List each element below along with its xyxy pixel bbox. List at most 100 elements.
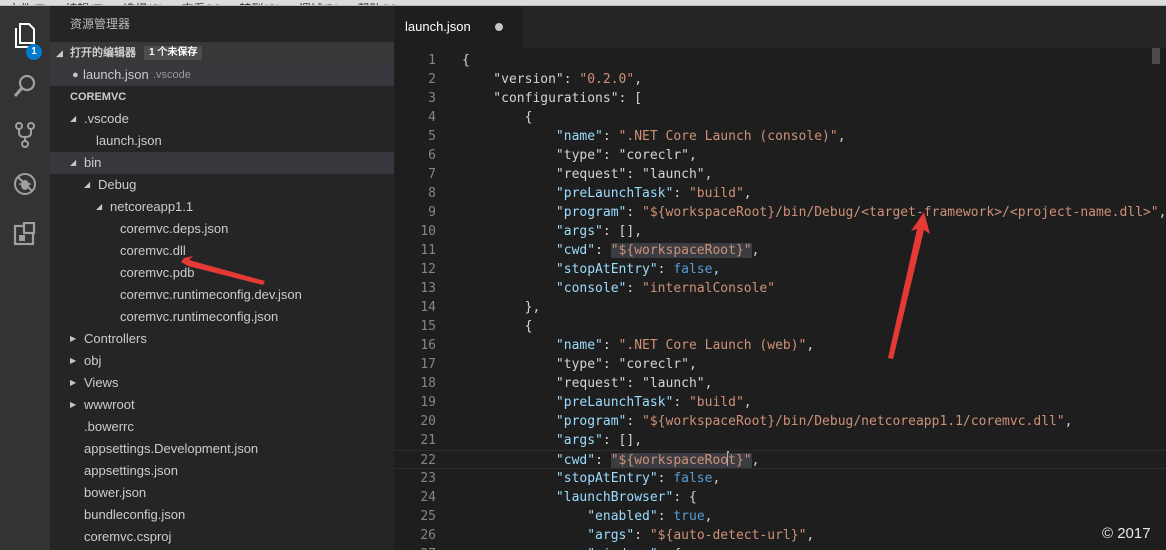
tree-item[interactable]: ▶ wwwroot (50, 394, 394, 416)
code-token: , (743, 395, 752, 410)
line-content: "request": "launch", (462, 165, 713, 184)
tree-item[interactable]: launch.json (50, 130, 394, 152)
chevron-right-icon: ▶ (70, 356, 77, 365)
unsaved-dot-icon[interactable] (495, 23, 503, 31)
line-content: "configurations": [ (462, 89, 642, 108)
tree-item[interactable]: ◢ .vscode (50, 108, 394, 130)
code-line: 12 "stopAtEntry": false, (394, 260, 1166, 279)
code-token: }, (462, 300, 541, 315)
code-line: 8 "preLaunchTask": "build", (394, 184, 1166, 203)
line-number: 10 (420, 224, 436, 239)
code-token: "name" (555, 338, 603, 353)
search-icon[interactable] (0, 64, 50, 108)
scrollbar-thumb[interactable] (1152, 48, 1160, 64)
chevron-right-icon: ▶ (70, 400, 77, 409)
tree-item-label: bower.json (84, 485, 147, 500)
code-token: , (1158, 205, 1166, 220)
line-content: }, (462, 298, 541, 317)
code-token: : (595, 453, 611, 468)
code-token: t}" (728, 453, 752, 468)
code-line: 27 "windows": { (394, 545, 1166, 550)
debug-icon[interactable] (0, 162, 50, 206)
code-token: "args" (555, 433, 603, 448)
tree-item[interactable]: coremvc.runtimeconfig.dev.json (50, 284, 394, 306)
chevron-down-icon: ◢ (70, 158, 77, 167)
tree-item[interactable]: coremvc.runtimeconfig.json (50, 306, 394, 328)
code-token: , (751, 453, 760, 468)
line-number: 14 (420, 300, 436, 315)
open-editors-header[interactable]: ◢ 打开的编辑器 1 个未保存 (50, 42, 394, 64)
code-token: ".NET Core Launch (web)" (618, 338, 807, 353)
tree-item[interactable]: coremvc.pdb (50, 262, 394, 284)
code-token: "program" (555, 414, 627, 429)
tree-item[interactable]: ▶ Controllers (50, 328, 394, 350)
tree-item[interactable]: .bowerrc (50, 416, 394, 438)
chevron-right-icon: ▶ (70, 378, 77, 387)
tree-item[interactable]: ◢ netcoreapp1.1 (50, 196, 394, 218)
code-token: : (673, 395, 689, 410)
line-number: 9 (428, 205, 436, 220)
tree-item[interactable]: bundleconfig.json (50, 504, 394, 526)
dirty-dot-icon: ● (72, 69, 79, 81)
code-token: "request": "launch", (462, 167, 713, 182)
source-control-icon[interactable] (0, 113, 50, 157)
tree-item[interactable]: coremvc.csproj (50, 526, 394, 548)
code-token: "${auto-detect-url}" (649, 528, 807, 543)
code-line: 2 "version": "0.2.0", (394, 70, 1166, 89)
code-line: 10 "args": [], (394, 222, 1166, 241)
line-number: 3 (428, 91, 436, 106)
code-token: , (806, 528, 815, 543)
tree-item[interactable]: ◢ bin (50, 152, 394, 174)
tree-item[interactable]: coremvc.deps.json (50, 218, 394, 240)
tree-item[interactable]: appsettings.Development.json (50, 438, 394, 460)
line-content: "windows": { (462, 545, 681, 550)
line-content: "enabled": true, (462, 507, 712, 526)
line-content: "args": [], (462, 431, 642, 450)
code-token: "version": (462, 72, 580, 87)
line-number: 1 (428, 53, 436, 68)
tree-item[interactable]: appsettings.json (50, 460, 394, 482)
code-line: 24 "launchBrowser": { (394, 488, 1166, 507)
tree-item[interactable]: ▶ obj (50, 350, 394, 372)
tree-item[interactable]: ▶ Views (50, 372, 394, 394)
code-token: "stopAtEntry" (555, 262, 658, 277)
line-content: "type": "coreclr", (462, 355, 697, 374)
code-token: true (673, 509, 705, 524)
code-token: , (751, 243, 760, 258)
line-content: "name": ".NET Core Launch (console)", (462, 127, 846, 146)
code-token: "${workspaceRoot}" (610, 243, 752, 258)
files-icon[interactable]: 1 (0, 14, 50, 60)
editor-area: launch.json 1{2 "version": "0.2.0", 3 "co… (394, 6, 1166, 550)
tree-item-label: netcoreapp1.1 (110, 199, 194, 214)
line-number: 4 (428, 110, 436, 125)
code-token: "launchBrowser" (555, 490, 674, 505)
code-token: , (712, 262, 721, 277)
tree-item[interactable]: ◢ Debug (50, 174, 394, 196)
line-number: 6 (428, 148, 436, 163)
tree-item-label: coremvc.pdb (120, 265, 195, 280)
code-line: 19 "preLaunchTask": "build", (394, 393, 1166, 412)
line-content: "stopAtEntry": false, (462, 469, 720, 488)
code-token: : (634, 528, 650, 543)
code-token: , (837, 129, 846, 144)
open-editor-item[interactable]: ● launch.json .vscode (50, 64, 394, 86)
tree-item[interactable]: bower.json (50, 482, 394, 504)
tree-item-label: .vscode (84, 111, 129, 126)
project-label: COREMVC (70, 91, 127, 103)
open-editor-filename: launch.json (83, 67, 149, 82)
tab-launch-json[interactable]: launch.json (394, 6, 522, 48)
line-number: 5 (428, 129, 436, 144)
file-tree: ◢ .vscode launch.json ◢ bin ◢ Debug ◢ netcoreapp… (50, 108, 394, 548)
code-line: 22 "cwd": "${workspaceRoot}", (394, 450, 1166, 469)
project-header[interactable]: COREMVC (50, 86, 394, 108)
extensions-icon[interactable] (0, 212, 50, 256)
code-editor[interactable]: 1{2 "version": "0.2.0", 3 "configurations… (394, 48, 1166, 550)
tree-item-label: appsettings.json (84, 463, 178, 478)
tree-item[interactable]: coremvc.dll (50, 240, 394, 262)
line-number: 8 (428, 186, 436, 201)
line-content: "request": "launch", (462, 374, 713, 393)
